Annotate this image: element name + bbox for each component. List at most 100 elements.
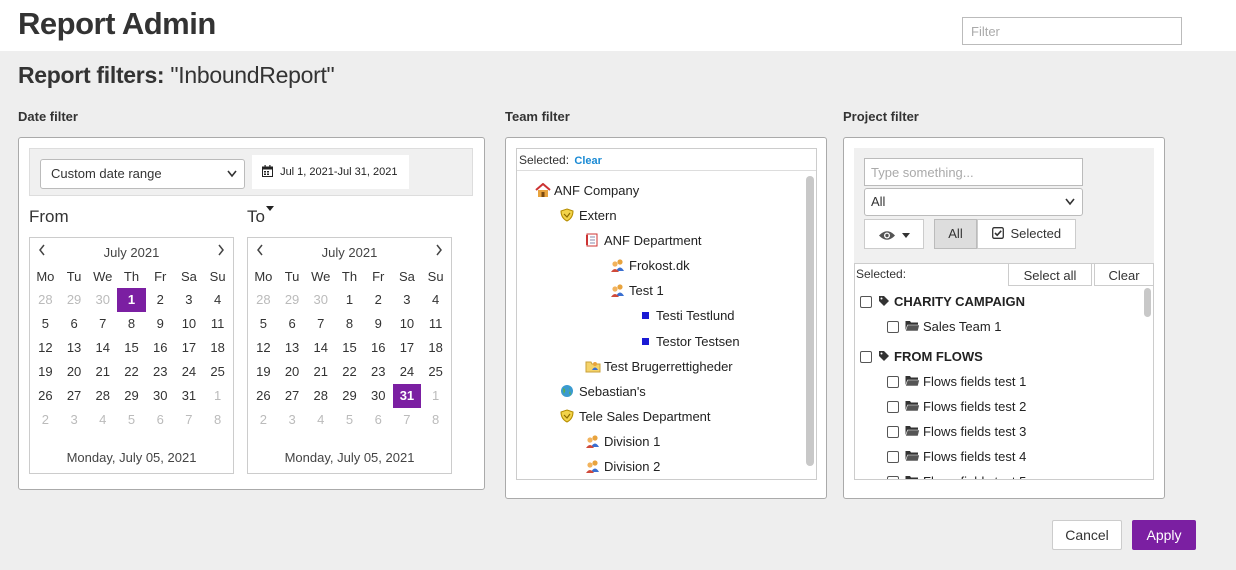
team-tree-item[interactable]: Division 1 [585, 432, 660, 452]
project-scrollbar[interactable] [1144, 288, 1151, 317]
show-selected-button[interactable]: Selected [977, 219, 1076, 249]
calendar-day[interactable]: 5 [249, 312, 278, 336]
calendar-day[interactable]: 29 [278, 288, 307, 312]
team-tree-item[interactable]: Tele Sales Department [560, 407, 711, 427]
checkbox[interactable] [887, 401, 899, 413]
calendar-day[interactable]: 19 [249, 360, 278, 384]
calendar-day[interactable]: 11 [203, 312, 232, 336]
visibility-dropdown-button[interactable] [864, 219, 924, 249]
calendar-day[interactable]: 10 [393, 312, 422, 336]
calendar-day[interactable]: 31 [175, 384, 204, 408]
calendar-day[interactable]: 9 [146, 312, 175, 336]
project-item[interactable]: Flows fields test 5 [887, 472, 1026, 479]
project-category-item[interactable]: FROM FLOWS [860, 347, 983, 367]
project-item[interactable]: Flows fields test 4 [887, 447, 1026, 467]
calendar-day[interactable]: 29 [117, 384, 146, 408]
checkbox[interactable] [887, 426, 899, 438]
calendar-day[interactable]: 6 [364, 408, 393, 432]
team-tree-item[interactable]: Frokost.dk [610, 256, 690, 276]
calendar-day[interactable]: 9 [364, 312, 393, 336]
team-tree-item[interactable]: Testor Testsen [637, 332, 740, 352]
calendar-day[interactable]: 8 [421, 408, 450, 432]
calendar-day[interactable]: 24 [175, 360, 204, 384]
team-tree-item[interactable]: Extern [560, 206, 617, 226]
calendar-day[interactable]: 2 [249, 408, 278, 432]
calendar-day[interactable]: 15 [335, 336, 364, 360]
team-clear-link[interactable]: Clear [574, 155, 602, 167]
select-all-button[interactable]: Select all [1008, 264, 1092, 286]
team-tree-item[interactable]: Sebastian's [560, 382, 646, 402]
calendar-day[interactable]: 6 [60, 312, 89, 336]
calendar-day[interactable]: 1 [203, 384, 232, 408]
calendar-day[interactable]: 4 [88, 408, 117, 432]
calendar-day[interactable]: 7 [175, 408, 204, 432]
calendar-day[interactable]: 21 [306, 360, 335, 384]
calendar-day[interactable]: 17 [393, 336, 422, 360]
team-tree-item[interactable]: Division 2 [585, 457, 660, 477]
calendar-day[interactable]: 4 [306, 408, 335, 432]
project-type-select[interactable]: All [864, 188, 1083, 216]
calendar-day[interactable]: 14 [88, 336, 117, 360]
apply-button[interactable]: Apply [1132, 520, 1196, 550]
calendar-day[interactable]: 6 [146, 408, 175, 432]
date-range-button[interactable]: Jul 1, 2021-Jul 31, 2021 [252, 155, 409, 211]
calendar-day[interactable]: 29 [60, 288, 89, 312]
calendar-day[interactable]: 23 [146, 360, 175, 384]
calendar-day[interactable]: 8 [203, 408, 232, 432]
calendar-day[interactable]: 17 [175, 336, 204, 360]
calendar-day[interactable]: 26 [31, 384, 60, 408]
calendar-day[interactable]: 28 [306, 384, 335, 408]
calendar-day[interactable]: 19 [31, 360, 60, 384]
calendar-day[interactable]: 1 [117, 288, 146, 312]
project-item[interactable]: Flows fields test 1 [887, 372, 1026, 392]
calendar-day[interactable]: 4 [203, 288, 232, 312]
checkbox[interactable] [887, 476, 899, 479]
calendar-day[interactable]: 21 [88, 360, 117, 384]
calendar-day[interactable]: 30 [364, 384, 393, 408]
calendar-day[interactable]: 16 [364, 336, 393, 360]
calendar-day[interactable]: 1 [335, 288, 364, 312]
calendar-day[interactable]: 30 [88, 288, 117, 312]
calendar-day[interactable]: 5 [335, 408, 364, 432]
calendar-day[interactable]: 6 [278, 312, 307, 336]
team-tree-item[interactable]: Testi Testlund [637, 306, 735, 326]
calendar-day[interactable]: 15 [117, 336, 146, 360]
calendar-day[interactable]: 20 [278, 360, 307, 384]
calendar-day[interactable]: 8 [117, 312, 146, 336]
checkbox[interactable] [887, 321, 899, 333]
calendar-day[interactable]: 14 [306, 336, 335, 360]
calendar-day[interactable]: 3 [393, 288, 422, 312]
calendar-day[interactable]: 30 [306, 288, 335, 312]
calendar-day[interactable]: 27 [60, 384, 89, 408]
calendar-day[interactable]: 25 [203, 360, 232, 384]
calendar-day[interactable]: 28 [88, 384, 117, 408]
calendar-day[interactable]: 2 [364, 288, 393, 312]
global-filter-input[interactable] [962, 17, 1182, 45]
chevron-right-icon[interactable] [217, 243, 225, 259]
calendar-day[interactable]: 22 [335, 360, 364, 384]
team-tree-item[interactable]: Test 1 [610, 281, 664, 301]
calendar-day[interactable]: 13 [60, 336, 89, 360]
calendar-day[interactable]: 11 [421, 312, 450, 336]
calendar-day[interactable]: 30 [146, 384, 175, 408]
cancel-button[interactable]: Cancel [1052, 520, 1122, 550]
chevron-right-icon[interactable] [435, 243, 443, 259]
calendar-day[interactable]: 5 [31, 312, 60, 336]
calendar-day[interactable]: 24 [393, 360, 422, 384]
calendar-day[interactable]: 29 [335, 384, 364, 408]
calendar-day[interactable]: 1 [421, 384, 450, 408]
checkbox[interactable] [860, 351, 872, 363]
calendar-day[interactable]: 28 [31, 288, 60, 312]
calendar-day[interactable]: 27 [278, 384, 307, 408]
checkbox[interactable] [860, 296, 872, 308]
project-item[interactable]: Flows fields test 2 [887, 397, 1026, 417]
calendar-day[interactable]: 10 [175, 312, 204, 336]
team-tree-item[interactable]: ANF Department [585, 231, 702, 251]
team-tree-item[interactable]: ANF Company [535, 181, 639, 201]
project-category-item[interactable]: CHARITY CAMPAIGN [860, 292, 1025, 312]
calendar-day[interactable]: 7 [393, 408, 422, 432]
calendar-day[interactable]: 4 [421, 288, 450, 312]
calendar-day[interactable]: 31 [392, 384, 422, 408]
calendar-day[interactable]: 28 [249, 288, 278, 312]
calendar-day[interactable]: 22 [117, 360, 146, 384]
